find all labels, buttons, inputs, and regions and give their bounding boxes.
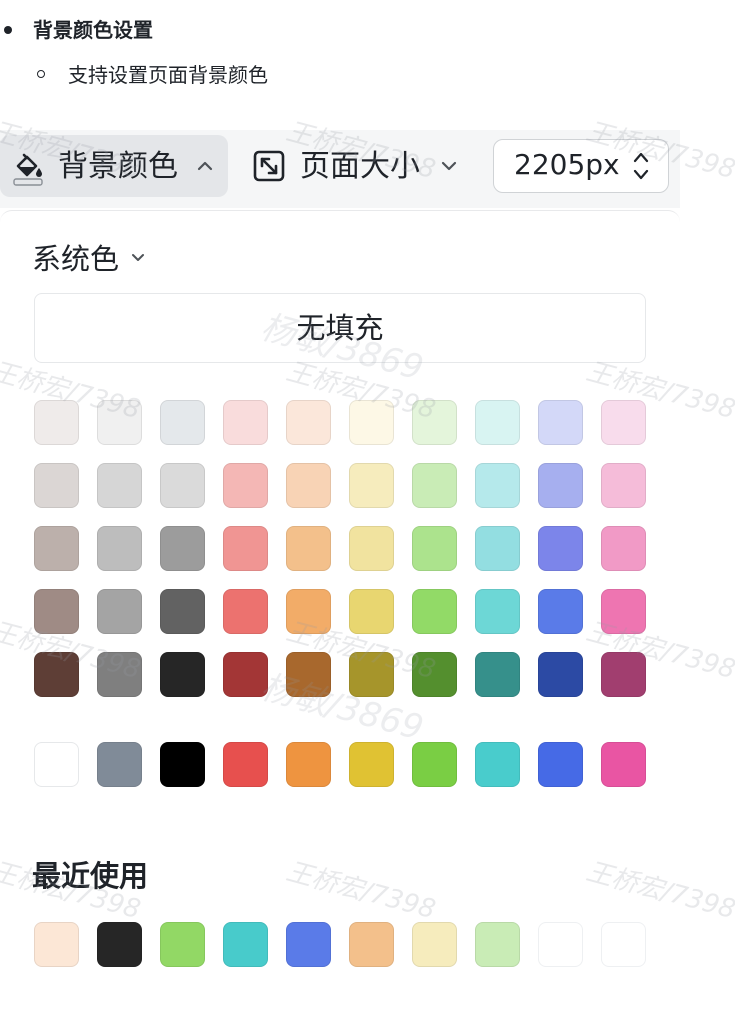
recent-color-swatch[interactable] [97, 922, 142, 967]
color-swatch[interactable] [223, 463, 268, 508]
color-swatch[interactable] [34, 463, 79, 508]
color-swatch[interactable] [601, 526, 646, 571]
color-swatch[interactable] [538, 463, 583, 508]
color-swatch[interactable] [412, 589, 457, 634]
color-swatch[interactable] [160, 400, 205, 445]
page-size-label: 页面大小 [300, 149, 420, 184]
color-swatch[interactable] [475, 400, 520, 445]
color-swatch[interactable] [223, 652, 268, 697]
color-swatch[interactable] [538, 652, 583, 697]
resize-icon [253, 150, 285, 182]
color-swatch[interactable] [601, 589, 646, 634]
color-swatch[interactable] [34, 742, 79, 787]
color-swatch[interactable] [601, 463, 646, 508]
sub-item-text: 支持设置页面背景颜色 [68, 63, 268, 87]
color-swatch[interactable] [160, 526, 205, 571]
color-swatch[interactable] [97, 463, 142, 508]
color-swatch[interactable] [160, 652, 205, 697]
color-swatch[interactable] [538, 589, 583, 634]
color-swatch[interactable] [475, 526, 520, 571]
section-heading: 背景颜色设置 [33, 18, 153, 42]
no-fill-label: 无填充 [296, 311, 384, 345]
color-swatch[interactable] [34, 652, 79, 697]
color-swatch[interactable] [538, 742, 583, 787]
sub-bullet-circle [37, 70, 45, 78]
color-swatch[interactable] [223, 400, 268, 445]
color-swatch[interactable] [349, 652, 394, 697]
color-swatch[interactable] [286, 400, 331, 445]
chevron-down-icon [441, 161, 457, 171]
color-swatch[interactable] [223, 589, 268, 634]
no-fill-button[interactable]: 无填充 [34, 293, 646, 363]
color-swatch[interactable] [475, 742, 520, 787]
recent-color-swatch[interactable] [223, 922, 268, 967]
color-swatch[interactable] [412, 526, 457, 571]
system-colors-dropdown[interactable]: 系统色 [32, 240, 119, 278]
color-swatch[interactable] [286, 463, 331, 508]
up-down-arrows-icon[interactable] [631, 148, 651, 184]
color-swatch[interactable] [538, 400, 583, 445]
color-swatch[interactable] [538, 526, 583, 571]
chevron-up-icon [197, 161, 213, 171]
page-width-stepper[interactable]: 2205px [493, 139, 669, 193]
color-swatch[interactable] [286, 742, 331, 787]
color-swatch[interactable] [97, 400, 142, 445]
recent-color-swatch[interactable] [538, 922, 583, 967]
recent-color-swatch[interactable] [601, 922, 646, 967]
recent-color-swatch[interactable] [286, 922, 331, 967]
color-swatch[interactable] [223, 526, 268, 571]
color-swatch[interactable] [349, 526, 394, 571]
color-swatch[interactable] [34, 400, 79, 445]
color-swatch[interactable] [475, 652, 520, 697]
color-swatch[interactable] [97, 652, 142, 697]
color-swatch[interactable] [601, 652, 646, 697]
color-swatch[interactable] [349, 400, 394, 445]
color-swatch[interactable] [97, 526, 142, 571]
color-swatch[interactable] [97, 742, 142, 787]
recent-color-swatch[interactable] [349, 922, 394, 967]
page-width-value[interactable]: 2205px [514, 147, 620, 183]
color-swatch[interactable] [286, 652, 331, 697]
color-swatch[interactable] [475, 463, 520, 508]
page-size-button[interactable]: 页面大小 [244, 135, 472, 197]
recent-color-swatch[interactable] [160, 922, 205, 967]
color-swatch[interactable] [160, 742, 205, 787]
color-swatch[interactable] [475, 589, 520, 634]
color-swatch[interactable] [412, 652, 457, 697]
color-swatch[interactable] [601, 742, 646, 787]
color-swatch[interactable] [34, 526, 79, 571]
color-swatch[interactable] [160, 463, 205, 508]
color-swatch[interactable] [97, 589, 142, 634]
recent-color-swatch[interactable] [34, 922, 79, 967]
color-swatch[interactable] [601, 400, 646, 445]
color-swatch[interactable] [349, 589, 394, 634]
recent-color-swatch[interactable] [412, 922, 457, 967]
bullet-dot [4, 26, 12, 34]
recent-colors-title: 最近使用 [32, 859, 149, 893]
color-swatch[interactable] [223, 742, 268, 787]
color-swatch[interactable] [412, 400, 457, 445]
color-swatch[interactable] [34, 589, 79, 634]
chevron-down-icon[interactable] [130, 252, 146, 264]
background-color-label: 背景颜色 [58, 149, 178, 184]
background-color-button[interactable]: 背景颜色 [0, 135, 228, 197]
color-swatch[interactable] [412, 463, 457, 508]
recent-color-swatch[interactable] [475, 922, 520, 967]
color-swatch[interactable] [349, 463, 394, 508]
color-swatch[interactable] [349, 742, 394, 787]
color-swatch[interactable] [286, 589, 331, 634]
paint-bucket-icon [13, 153, 43, 186]
color-swatch[interactable] [286, 526, 331, 571]
color-swatch[interactable] [412, 742, 457, 787]
color-swatch[interactable] [160, 589, 205, 634]
